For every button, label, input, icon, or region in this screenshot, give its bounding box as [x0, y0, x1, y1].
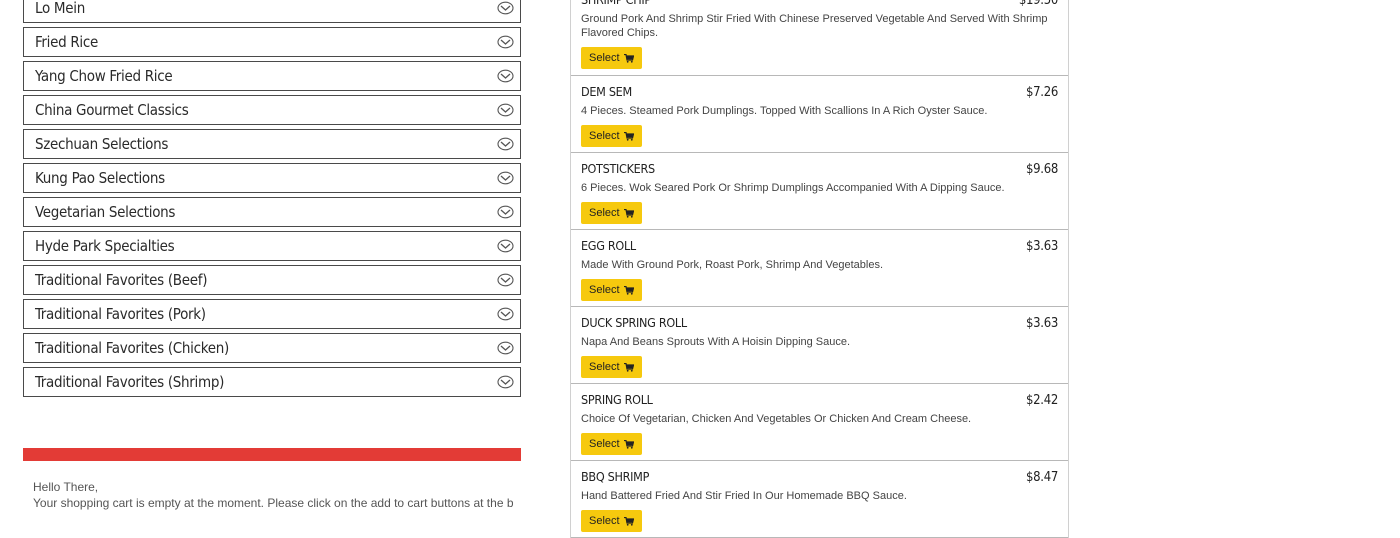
- shopping-cart-icon: [623, 131, 634, 141]
- category-item-7[interactable]: Hyde Park Specialties: [23, 231, 521, 261]
- category-label: Traditional Favorites (Beef): [35, 271, 208, 289]
- menu-item-name: Egg Roll: [581, 238, 636, 253]
- category-label: Lo Mein: [35, 0, 85, 17]
- cart-header-bar: [23, 448, 521, 461]
- menu-item-5: Spring Roll $2.42 Choice Of Vegetarian, …: [571, 384, 1068, 461]
- select-button-label: Select: [589, 284, 620, 296]
- category-item-11[interactable]: Traditional Favorites (Shrimp): [23, 367, 521, 397]
- select-button-label: Select: [589, 438, 620, 450]
- select-button[interactable]: Select: [581, 279, 642, 301]
- menu-item-4: Duck Spring Roll $3.63 Napa And Beans Sp…: [571, 307, 1068, 384]
- chevron-down-circle-icon: [497, 205, 514, 219]
- select-button-label: Select: [589, 515, 620, 527]
- select-button[interactable]: Select: [581, 202, 642, 224]
- category-item-6[interactable]: Vegetarian Selections: [23, 197, 521, 227]
- select-button[interactable]: Select: [581, 433, 642, 455]
- menu-item-name: Duck Spring Roll: [581, 315, 687, 330]
- menu-item-0: Shrimp Chip $19.50 Ground Pork And Shrim…: [571, 0, 1068, 76]
- menu-item-name: Spring Roll: [581, 392, 653, 407]
- menu-item-price: $7.26: [1026, 85, 1058, 100]
- select-button-label: Select: [589, 130, 620, 142]
- category-label: Traditional Favorites (Pork): [35, 305, 206, 323]
- cart-greeting: Hello There,: [33, 480, 99, 494]
- select-button[interactable]: Select: [581, 47, 642, 69]
- category-label: Traditional Favorites (Shrimp): [35, 373, 225, 391]
- shopping-cart-icon: [623, 208, 634, 218]
- menu-item-description: Made With Ground Pork, Roast Pork, Shrim…: [581, 259, 884, 271]
- menu-item-list: Shrimp Chip $19.50 Ground Pork And Shrim…: [570, 0, 1069, 538]
- category-label: Vegetarian Selections: [35, 203, 176, 221]
- menu-item-price: $3.63: [1026, 316, 1058, 331]
- category-item-9[interactable]: Traditional Favorites (Pork): [23, 299, 521, 329]
- menu-item-description: Choice Of Vegetarian, Chicken And Vegeta…: [581, 413, 972, 425]
- category-label: Yang Chow Fried Rice: [35, 67, 173, 85]
- category-item-10[interactable]: Traditional Favorites (Chicken): [23, 333, 521, 363]
- select-button-label: Select: [589, 52, 620, 64]
- menu-item-description: Napa And Beans Sprouts With A Hoisin Dip…: [581, 336, 851, 348]
- menu-item-price: $19.50: [1018, 0, 1058, 8]
- menu-item-3: Egg Roll $3.63 Made With Ground Pork, Ro…: [571, 230, 1068, 307]
- select-button[interactable]: Select: [581, 125, 642, 147]
- menu-item-price: $3.63: [1026, 239, 1058, 254]
- chevron-down-circle-icon: [497, 103, 514, 117]
- chevron-down-circle-icon: [497, 375, 514, 389]
- chevron-down-circle-icon: [497, 307, 514, 321]
- select-button-label: Select: [589, 207, 620, 219]
- category-item-5[interactable]: Kung Pao Selections: [23, 163, 521, 193]
- category-item-1[interactable]: Fried Rice: [23, 27, 521, 57]
- cart-empty-message: Your shopping cart is empty at the momen…: [33, 496, 513, 510]
- menu-item-name: Potstickers: [581, 161, 655, 176]
- category-label: China Gourmet Classics: [35, 101, 189, 119]
- shopping-cart-icon: [623, 53, 634, 63]
- category-item-3[interactable]: China Gourmet Classics: [23, 95, 521, 125]
- chevron-down-circle-icon: [497, 171, 514, 185]
- category-label: Traditional Favorites (Chicken): [35, 339, 229, 357]
- category-item-0[interactable]: Lo Mein: [23, 0, 521, 23]
- chevron-down-circle-icon: [497, 69, 514, 83]
- shopping-cart-icon: [623, 439, 634, 449]
- chevron-down-circle-icon: [497, 35, 514, 49]
- select-button-label: Select: [589, 361, 620, 373]
- category-label: Szechuan Selections: [35, 135, 169, 153]
- chevron-down-circle-icon: [497, 239, 514, 253]
- category-item-2[interactable]: Yang Chow Fried Rice: [23, 61, 521, 91]
- shopping-cart-icon: [623, 362, 634, 372]
- chevron-down-circle-icon: [497, 273, 514, 287]
- menu-item-price: $2.42: [1026, 393, 1058, 408]
- chevron-down-circle-icon: [497, 137, 514, 151]
- chevron-down-circle-icon: [497, 1, 514, 15]
- chevron-down-circle-icon: [497, 341, 514, 355]
- cart-message: Hello There, Your shopping cart is empty…: [33, 479, 513, 511]
- menu-item-1: Dem Sem $7.26 4 Pieces. Steamed Pork Dum…: [571, 76, 1068, 153]
- category-label: Fried Rice: [35, 33, 98, 51]
- select-button[interactable]: Select: [581, 510, 642, 532]
- menu-item-2: Potstickers $9.68 6 Pieces. Wok Seared P…: [571, 153, 1068, 230]
- menu-item-price: $9.68: [1026, 162, 1058, 177]
- category-item-8[interactable]: Traditional Favorites (Beef): [23, 265, 521, 295]
- menu-item-price: $8.47: [1026, 470, 1058, 485]
- category-label: Hyde Park Specialties: [35, 237, 175, 255]
- menu-item-description: 6 Pieces. Wok Seared Pork Or Shrimp Dump…: [581, 182, 1005, 194]
- category-list: Lo Mein Fried Rice Yang Chow Fried Rice …: [23, 0, 521, 401]
- menu-item-description: 4 Pieces. Steamed Pork Dumplings. Topped…: [581, 105, 988, 117]
- shopping-cart-icon: [623, 516, 634, 526]
- category-label: Kung Pao Selections: [35, 169, 165, 187]
- menu-item-name: Shrimp Chip: [581, 0, 651, 7]
- menu-item-description: Ground Pork And Shrimp Stir Fried With C…: [581, 13, 1048, 39]
- menu-item-name: Dem Sem: [581, 84, 632, 99]
- select-button[interactable]: Select: [581, 356, 642, 378]
- shopping-cart-icon: [623, 285, 634, 295]
- menu-item-description: Hand Battered Fried And Stir Fried In Ou…: [581, 490, 907, 502]
- category-item-4[interactable]: Szechuan Selections: [23, 129, 521, 159]
- menu-item-name: BBQ Shrimp: [581, 469, 650, 484]
